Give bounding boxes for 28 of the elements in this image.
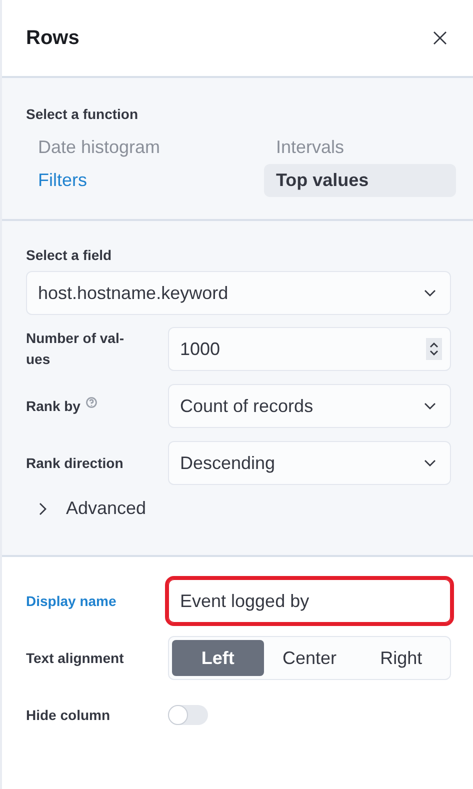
advanced-toggle[interactable]: Advanced: [26, 498, 146, 519]
alignment-button[interactable]: Center: [264, 640, 356, 676]
section-label: Select a function: [26, 106, 140, 122]
field-label: Display name: [26, 592, 118, 611]
field-label: Rank direction: [26, 454, 124, 472]
select-field[interactable]: Descending: [168, 441, 451, 485]
chevron-down-icon: [424, 459, 436, 467]
field-label: Select a field: [26, 247, 113, 263]
toggle-switch[interactable]: [168, 705, 208, 725]
close-button[interactable]: [431, 29, 449, 47]
panel-title: Rows: [26, 26, 80, 50]
close-icon: [433, 31, 447, 45]
alignment-button[interactable]: Left: [172, 640, 264, 676]
field-label: Hide column: [26, 706, 112, 724]
field-label: Text alignment: [26, 648, 125, 668]
display-name-field[interactable]: Event logged by: [168, 579, 451, 623]
chevron-down-icon: [424, 289, 436, 297]
stepper-arrows-icon: [429, 342, 439, 356]
function-option[interactable]: Top values: [264, 164, 456, 197]
function-option[interactable]: Filters: [26, 164, 264, 197]
number-field[interactable]: 1000: [168, 327, 451, 371]
field-label: Number of val- ues: [26, 329, 124, 369]
field-label: Rank by: [26, 396, 80, 416]
chevron-down-icon: [424, 402, 436, 410]
alignment-button[interactable]: Right: [355, 640, 448, 676]
stepper-icon[interactable]: [426, 338, 442, 360]
select-field[interactable]: Count of records: [168, 384, 451, 428]
field-select[interactable]: host.hostname.keyword: [26, 271, 451, 315]
